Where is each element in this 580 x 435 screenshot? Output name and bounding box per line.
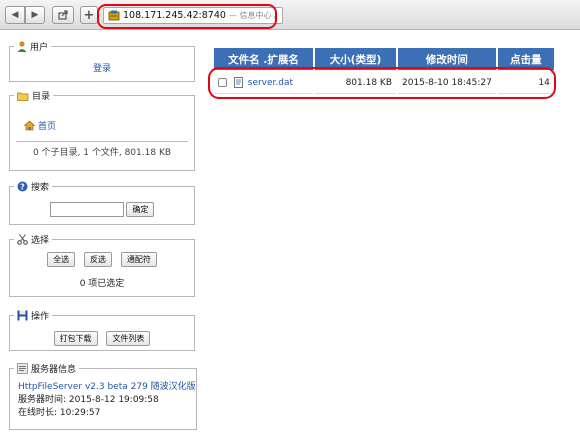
forward-button[interactable]: ▶: [25, 6, 45, 24]
pack-download-button[interactable]: 打包下载: [53, 331, 98, 346]
table-row: server.dat 801.18 KB 2015-8-10 18:45:27 …: [214, 72, 554, 94]
select-all-button[interactable]: 全选: [47, 252, 76, 267]
server-info-icon: [17, 363, 28, 374]
share-button[interactable]: [52, 6, 74, 24]
file-table-header: 文件名 .扩展名 大小(类型) 修改时间 点击量: [214, 48, 554, 70]
server-info-panel-title: 服务器信息: [31, 365, 77, 375]
action-panel-legend: 操作: [14, 309, 52, 322]
share-icon: [57, 10, 68, 20]
home-icon: [24, 120, 35, 131]
server-uptime: 在线时长: 10:29:57: [18, 408, 101, 418]
search-panel-title: 搜索: [31, 183, 50, 193]
search-confirm-button[interactable]: 确定: [126, 202, 155, 217]
select-panel-title: 选择: [31, 236, 50, 246]
selected-count: 0 项已选定: [79, 279, 125, 289]
file-table: 文件名 .扩展名 大小(类型) 修改时间 点击量 server.dat 801.…: [212, 46, 556, 96]
page-title: — 信息中心 /: [228, 11, 277, 20]
column-header-filename[interactable]: 文件名 .扩展名: [214, 48, 313, 70]
search-input[interactable]: [49, 202, 124, 217]
directory-panel-legend: 目录: [14, 89, 53, 102]
server-version-link[interactable]: HttpFileServer v2.3 beta 279 随波汉化版: [18, 382, 196, 392]
user-panel-title: 用户: [30, 43, 49, 53]
help-circle-icon: ?: [17, 181, 28, 192]
invert-selection-button[interactable]: 反选: [84, 252, 112, 267]
action-panel: 操作 打包下载 文件列表: [9, 309, 195, 351]
site-favicon-icon: [108, 10, 120, 21]
home-link[interactable]: 首页: [38, 119, 56, 132]
plus-icon: +: [83, 7, 95, 23]
directory-divider: [16, 141, 188, 142]
row-select-checkbox[interactable]: [218, 78, 227, 87]
select-panel: 选择 全选 反选 通配符 0 项已选定: [9, 233, 195, 297]
column-header-hits[interactable]: 点击量: [497, 48, 554, 70]
new-tab-button[interactable]: +: [80, 6, 98, 24]
wildcard-select-button[interactable]: 通配符: [120, 252, 157, 267]
directory-summary: 0 个子目录, 1 个文件, 801.18 KB: [32, 148, 172, 158]
login-link[interactable]: 登录: [93, 64, 111, 74]
server-time: 服务器时间: 2015-8-12 19:09:58: [18, 395, 159, 405]
forward-arrow-icon: ▶: [31, 10, 39, 20]
file-list-button[interactable]: 文件列表: [106, 331, 151, 346]
user-panel-legend: 用户: [14, 40, 51, 53]
user-panel: 用户 登录: [9, 40, 195, 82]
file-name-link[interactable]: server.dat: [248, 78, 293, 88]
file-hits: 14: [497, 72, 554, 94]
address-url: 108.171.245.42:8740: [123, 10, 226, 21]
column-header-modified[interactable]: 修改时间: [398, 48, 496, 70]
server-info-panel-legend: 服务器信息: [14, 362, 79, 375]
select-panel-legend: 选择: [14, 233, 52, 246]
directory-panel: 目录 首页 0 个子目录, 1 个文件, 801.18 KB: [9, 89, 195, 171]
folder-icon: [17, 92, 29, 101]
file-modified: 2015-8-10 18:45:27: [398, 72, 496, 94]
svg-text:?: ?: [20, 183, 25, 192]
back-button[interactable]: ◀: [5, 6, 25, 24]
file-icon: [233, 77, 243, 88]
action-panel-title: 操作: [31, 312, 50, 322]
scissors-icon: [17, 234, 28, 245]
save-disk-icon: [17, 310, 28, 321]
directory-panel-title: 目录: [32, 92, 51, 102]
user-icon: [17, 41, 27, 52]
back-arrow-icon: ◀: [11, 10, 19, 20]
server-info-panel: 服务器信息 HttpFileServer v2.3 beta 279 随波汉化版…: [9, 362, 197, 430]
search-panel: ? 搜索 确定: [9, 180, 195, 225]
file-size: 801.18 KB: [315, 72, 396, 94]
column-header-size[interactable]: 大小(类型): [315, 48, 396, 70]
address-bar[interactable]: 108.171.245.42:8740 — 信息中心 /: [103, 7, 283, 24]
browser-toolbar: ◀ ▶ + 108.171.245.42:8740 — 信息中心 /: [0, 0, 580, 30]
search-panel-legend: ? 搜索: [14, 180, 52, 193]
